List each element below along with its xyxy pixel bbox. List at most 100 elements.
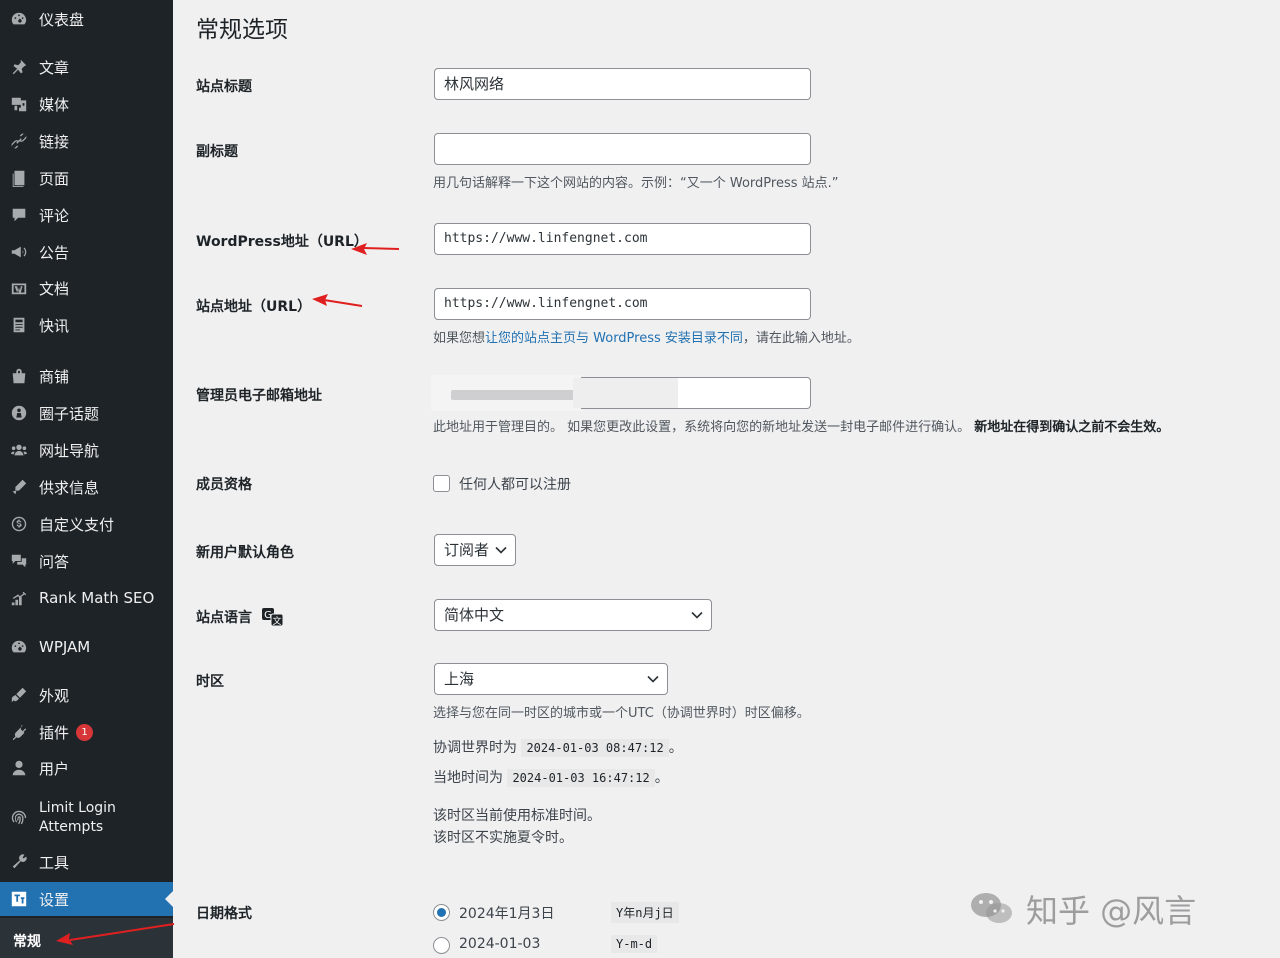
sidebar-label: 公告 <box>39 243 70 262</box>
sidebar-label: 圈子话题 <box>39 404 100 423</box>
sidebar-item-shop[interactable]: 商铺 <box>0 359 173 393</box>
timezone-select[interactable]: 上海 <box>434 663 668 695</box>
sidebar-label: Rank Math SEO <box>39 589 155 607</box>
watermark: 知乎 @风言 <box>1026 892 1197 930</box>
chevron-down-icon <box>495 546 507 554</box>
site-url-description: 如果您想让您的站点主页与 WordPress 安装目录不同，请在此输入地址。 <box>433 327 860 346</box>
comment-icon <box>9 205 29 225</box>
utc-time-value: 2024-01-03 08:47:12 <box>521 739 669 757</box>
qa-icon <box>9 551 29 571</box>
local-time-line: 当地时间为 2024-01-03 16:47:12。 <box>433 767 669 787</box>
local-time-value: 2024-01-03 16:47:12 <box>507 769 655 787</box>
sidebar-label: 工具 <box>39 853 70 872</box>
sidebar-item-payment[interactable]: 自定义支付 <box>0 507 173 541</box>
period: 。 <box>654 770 669 786</box>
pin-icon <box>9 57 29 77</box>
submenu-item-general[interactable]: 常规 <box>13 931 41 951</box>
sidebar-item-pages[interactable]: 页面 <box>0 161 173 195</box>
sidebar-item-docs[interactable]: 文档 <box>0 271 173 305</box>
tagline-description: 用几句话解释一下这个网站的内容。示例：“又一个 WordPress 站点.” <box>433 176 839 191</box>
sidebar-label: 快讯 <box>39 316 70 335</box>
sidebar-item-comments[interactable]: 评论 <box>0 198 173 232</box>
default-role-select[interactable]: 订阅者 <box>434 534 516 566</box>
sidebar-item-links[interactable]: 链接 <box>0 124 173 158</box>
desc-text: ，请在此输入地址。 <box>742 331 860 346</box>
date-format-option-label: 2024-01-03 <box>459 936 541 952</box>
select-value: 订阅者 <box>444 541 490 559</box>
wp-url-input[interactable]: https://www.linfengnet.com <box>434 223 811 255</box>
date-format-radio[interactable] <box>433 904 450 921</box>
timezone-description: 选择与您在同一时区的城市或一个UTC（协调世界时）时区偏移。 <box>433 706 810 721</box>
annotation-arrow-icon <box>312 294 363 307</box>
chart-icon <box>9 588 29 608</box>
standard-time-note: 该时区当前使用标准时间。 <box>433 808 601 824</box>
dollar-icon <box>9 514 29 534</box>
period: 。 <box>668 740 683 756</box>
membership-checkbox[interactable] <box>433 475 450 492</box>
site-url-help-link[interactable]: 让您的站点主页与 WordPress 安装目录不同 <box>485 331 743 346</box>
site-url-input[interactable]: https://www.linfengnet.com <box>434 288 811 320</box>
site-language-select[interactable]: 简体中文 <box>434 599 712 631</box>
sidebar-item-rank-math[interactable]: Rank Math SEO <box>0 581 173 615</box>
sidebar-item-newsflash[interactable]: 快讯 <box>0 308 173 342</box>
timezone-label: 时区 <box>196 674 224 690</box>
desc-bold: 新地址在得到确认之前不会生效。 <box>974 420 1170 435</box>
date-format-code: Y年n月j日 <box>611 902 679 923</box>
sidebar-label: 网址导航 <box>39 441 100 460</box>
sidebar-item-supply[interactable]: 供求信息 <box>0 470 173 504</box>
date-format-label: 日期格式 <box>196 906 252 922</box>
shop-icon <box>9 366 29 386</box>
dashboard-icon <box>9 9 29 29</box>
sidebar-label: 文档 <box>39 279 70 298</box>
sidebar-item-plugins[interactable]: 插件 1 <box>0 715 173 749</box>
sidebar-item-announcements[interactable]: 公告 <box>0 235 173 269</box>
sidebar-item-tools[interactable]: 工具 <box>0 845 173 879</box>
chevron-down-icon <box>647 675 659 683</box>
desc-text: 此地址用于管理目的。 如果您更改此设置，系统将向您的新地址发送一封电子邮件进行确… <box>433 420 971 435</box>
sidebar-item-qa[interactable]: 问答 <box>0 544 173 578</box>
sidebar-label: 评论 <box>39 206 70 225</box>
gauge-icon <box>9 637 29 657</box>
sidebar-label: 页面 <box>39 169 70 188</box>
admin-sidebar: 仪表盘 文章 媒体 链接 页面 评论 公告 文档 快讯 商铺 圈子话题 网址导航… <box>0 0 173 958</box>
docs-icon <box>9 278 29 298</box>
membership-label: 成员资格 <box>196 477 252 493</box>
sidebar-label: 仪表盘 <box>39 10 85 29</box>
fingerprint-icon <box>9 808 29 828</box>
sidebar-item-navigation[interactable]: 网址导航 <box>0 433 173 467</box>
date-format-radio[interactable] <box>433 937 450 954</box>
sidebar-item-users[interactable]: 用户 <box>0 751 173 785</box>
tagline-input[interactable] <box>434 133 811 165</box>
sidebar-item-limit-login[interactable]: Limit Login Attempts <box>0 796 173 840</box>
sidebar-item-dashboard[interactable]: 仪表盘 <box>0 2 173 36</box>
sidebar-item-wpjam[interactable]: WPJAM <box>0 630 173 664</box>
date-format-option-label: 2024年1月3日 <box>459 906 555 922</box>
sidebar-item-settings[interactable]: 设置 <box>0 882 173 916</box>
supply-icon <box>9 477 29 497</box>
sidebar-item-posts[interactable]: 文章 <box>0 50 173 84</box>
site-language-label: 站点语言 <box>196 610 252 626</box>
brush-icon <box>9 685 29 705</box>
tagline-label: 副标题 <box>196 144 238 160</box>
svg-text:文: 文 <box>272 615 281 626</box>
settings-main: 常规选项 站点标题 林风网络 副标题 用几句话解释一下这个网站的内容。示例：“又… <box>173 0 1280 958</box>
wrench-icon <box>9 852 29 872</box>
sidebar-item-media[interactable]: 媒体 <box>0 87 173 121</box>
site-title-input[interactable]: 林风网络 <box>434 68 811 100</box>
sidebar-label: 外观 <box>39 686 70 705</box>
sidebar-label: 问答 <box>39 552 70 571</box>
sidebar-label: 供求信息 <box>39 478 100 497</box>
select-value: 上海 <box>444 670 475 688</box>
sidebar-label: 媒体 <box>39 95 70 114</box>
sidebar-item-topics[interactable]: 圈子话题 <box>0 396 173 430</box>
utc-time-line: 协调世界时为 2024-01-03 08:47:12。 <box>433 737 683 757</box>
select-value: 简体中文 <box>444 606 505 624</box>
sidebar-item-appearance[interactable]: 外观 <box>0 678 173 712</box>
chevron-down-icon <box>691 611 703 619</box>
site-title-label: 站点标题 <box>196 79 252 95</box>
megaphone-icon <box>9 242 29 262</box>
local-prefix: 当地时间为 <box>433 770 503 786</box>
dst-note: 该时区不实施夏令时。 <box>433 830 573 846</box>
sidebar-label: 自定义支付 <box>39 515 115 534</box>
sidebar-label: WPJAM <box>39 638 91 656</box>
